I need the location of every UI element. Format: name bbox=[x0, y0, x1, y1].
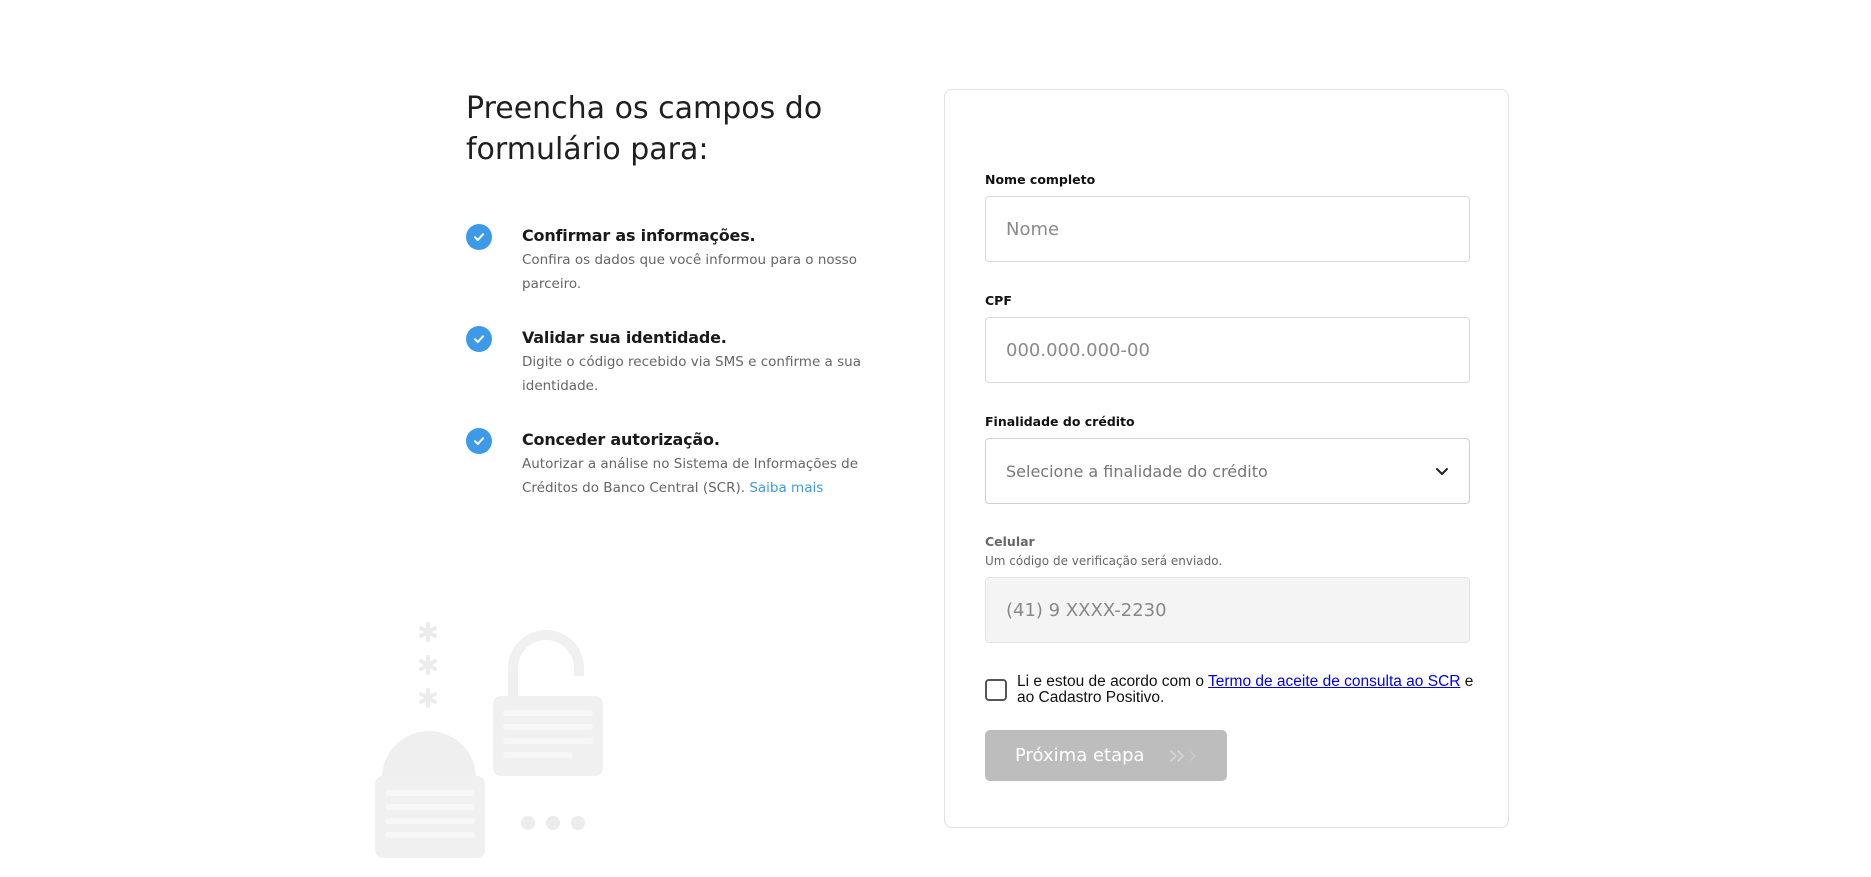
phone-label: Celular bbox=[985, 534, 1035, 549]
security-illustration bbox=[370, 618, 610, 868]
purpose-field-group: Finalidade do crédito Selecione a finali… bbox=[985, 414, 1470, 504]
credit-form: Nome completo Nome CPF 000.000.000-00 Fi… bbox=[944, 89, 1509, 828]
intro-panel: Preencha os campos do formulário para: C… bbox=[466, 88, 886, 530]
next-step-button[interactable]: Próxima etapa bbox=[985, 730, 1227, 781]
cpf-placeholder: 000.000.000-00 bbox=[1006, 339, 1150, 361]
step-item: Validar sua identidade. Digite o código … bbox=[466, 326, 886, 398]
cpf-field-group: CPF 000.000.000-00 bbox=[985, 293, 1470, 383]
page-title: Preencha os campos do formulário para: bbox=[466, 91, 823, 167]
purpose-label: Finalidade do crédito bbox=[985, 414, 1135, 429]
cpf-input[interactable]: 000.000.000-00 bbox=[985, 317, 1470, 383]
step-item: Conceder autorização. Autorizar a anális… bbox=[466, 428, 886, 500]
step-title: Conceder autorização. bbox=[522, 430, 720, 449]
double-chevron-right-icon bbox=[1169, 749, 1199, 763]
step-title: Confirmar as informações. bbox=[522, 226, 756, 245]
name-input[interactable]: Nome bbox=[985, 196, 1470, 262]
learn-more-link[interactable]: Saiba mais bbox=[749, 480, 823, 496]
name-field-group: Nome completo Nome bbox=[985, 172, 1470, 262]
phone-value: (41) 9 XXXX-2230 bbox=[1006, 599, 1167, 621]
step-description: Digite o código recebido via SMS e confi… bbox=[522, 354, 861, 394]
phone-hint: Um código de verificação será enviado. bbox=[985, 554, 1223, 568]
purpose-selected-value: Selecione a finalidade do crédito bbox=[1006, 461, 1268, 481]
name-label: Nome completo bbox=[985, 172, 1096, 187]
phone-input: (41) 9 XXXX-2230 bbox=[985, 577, 1470, 643]
terms-link[interactable]: Termo de aceite de consulta ao SCR bbox=[1208, 673, 1460, 690]
phone-field-group: Celular Um código de verificação será en… bbox=[985, 534, 1470, 643]
step-description: Confira os dados que você informou para … bbox=[522, 252, 857, 292]
step-title: Validar sua identidade. bbox=[522, 328, 727, 347]
terms-consent: Li e estou de acordo com o Termo de acei… bbox=[985, 674, 1475, 706]
check-circle-icon bbox=[466, 428, 492, 454]
purpose-select[interactable]: Selecione a finalidade do crédito bbox=[985, 438, 1470, 504]
asterisk-icon bbox=[419, 622, 437, 708]
check-circle-icon bbox=[466, 224, 492, 250]
name-placeholder: Nome bbox=[1006, 218, 1060, 240]
open-lock-icon bbox=[508, 630, 584, 698]
next-step-label: Próxima etapa bbox=[1015, 745, 1145, 766]
closed-lock-icon bbox=[382, 731, 476, 778]
check-circle-icon bbox=[466, 326, 492, 352]
terms-checkbox[interactable] bbox=[985, 679, 1007, 701]
chevron-down-icon bbox=[1436, 467, 1448, 475]
cpf-label: CPF bbox=[985, 293, 1012, 308]
step-item: Confirmar as informações. Confira os dad… bbox=[466, 224, 886, 296]
steps-list: Confirmar as informações. Confira os dad… bbox=[466, 224, 886, 500]
step-description: Autorizar a análise no Sistema de Inform… bbox=[522, 456, 859, 496]
terms-text: Li e estou de acordo com o Termo de acei… bbox=[1017, 673, 1474, 706]
